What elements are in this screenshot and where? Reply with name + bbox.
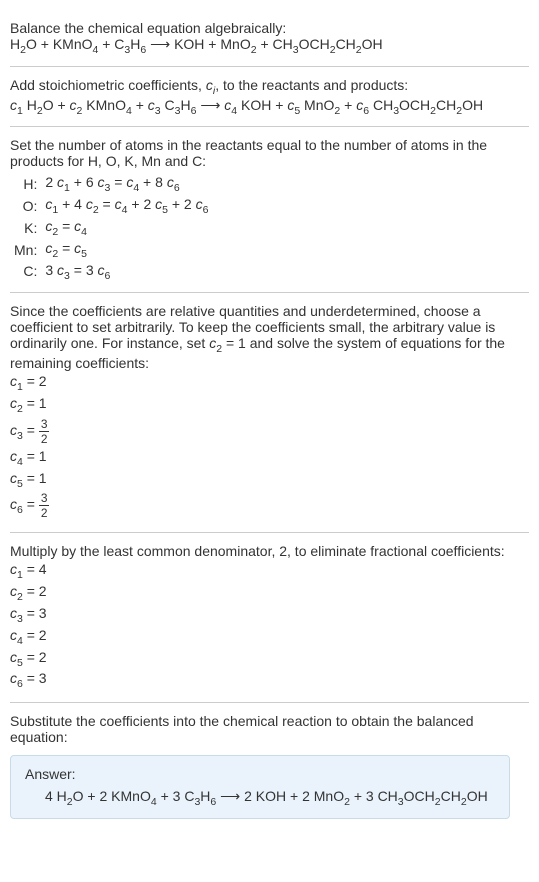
coeff-value: c6 = 3: [10, 670, 529, 690]
coeff-value: c4 = 1: [10, 448, 529, 468]
coeff-value: c5 = 1: [10, 470, 529, 490]
coeff-value: c2 = 2: [10, 583, 529, 603]
coeff-equation: c1 H2O + c2 KMnO4 + c3 C3H6 ⟶ c4 KOH + c…: [10, 97, 529, 117]
solve-title: Since the coefficients are relative quan…: [10, 303, 529, 371]
table-row: O:c1 + 4 c2 = c4 + 2 c5 + 2 c6: [10, 195, 212, 217]
element-label: H:: [10, 173, 41, 195]
element-label: O:: [10, 195, 41, 217]
multiply-title: Multiply by the least common denominator…: [10, 543, 529, 559]
element-equation: c1 + 4 c2 = c4 + 2 c5 + 2 c6: [41, 195, 212, 217]
element-label: C:: [10, 261, 41, 283]
section-solve: Since the coefficients are relative quan…: [10, 293, 529, 533]
element-label: K:: [10, 217, 41, 239]
coeff-value: c1 = 2: [10, 373, 529, 393]
section-atom-equations: Set the number of atoms in the reactants…: [10, 127, 529, 293]
coeff-title: Add stoichiometric coefficients, ci, to …: [10, 77, 529, 97]
coeff-value: c5 = 2: [10, 649, 529, 669]
coeff-value: c6 = 32: [10, 491, 529, 520]
atom-eq-title: Set the number of atoms in the reactants…: [10, 137, 529, 169]
answer-label: Answer:: [25, 766, 495, 782]
table-row: H:2 c1 + 6 c3 = c4 + 8 c6: [10, 173, 212, 195]
answer-box: Answer: 4 H2O + 2 KMnO4 + 3 C3H6 ⟶ 2 KOH…: [10, 755, 510, 819]
coeff-value: c3 = 3: [10, 605, 529, 625]
table-row: Mn:c2 = c5: [10, 239, 212, 261]
coeff-var: ci: [206, 77, 215, 93]
section-answer: Substitute the coefficients into the che…: [10, 703, 529, 829]
element-equation: 2 c1 + 6 c3 = c4 + 8 c6: [41, 173, 212, 195]
answer-title: Substitute the coefficients into the che…: [10, 713, 529, 745]
coeff-value: c1 = 4: [10, 561, 529, 581]
problem-title: Balance the chemical equation algebraica…: [10, 20, 529, 36]
section-problem: Balance the chemical equation algebraica…: [10, 10, 529, 67]
element-equation: c2 = c4: [41, 217, 212, 239]
coeff-value: c2 = 1: [10, 395, 529, 415]
coeff-value: c3 = 32: [10, 417, 529, 446]
section-coefficients: Add stoichiometric coefficients, ci, to …: [10, 67, 529, 128]
table-row: K:c2 = c4: [10, 217, 212, 239]
section-multiply: Multiply by the least common denominator…: [10, 533, 529, 703]
atom-eq-table: H:2 c1 + 6 c3 = c4 + 8 c6 O:c1 + 4 c2 = …: [10, 173, 212, 282]
element-label: Mn:: [10, 239, 41, 261]
answer-equation: 4 H2O + 2 KMnO4 + 3 C3H6 ⟶ 2 KOH + 2 MnO…: [25, 788, 495, 808]
problem-equation: H2O + KMnO4 + C3H6 ⟶ KOH + MnO2 + CH3OCH…: [10, 36, 529, 56]
element-equation: 3 c3 = 3 c6: [41, 261, 212, 283]
table-row: C:3 c3 = 3 c6: [10, 261, 212, 283]
coeff-value: c4 = 2: [10, 627, 529, 647]
element-equation: c2 = c5: [41, 239, 212, 261]
